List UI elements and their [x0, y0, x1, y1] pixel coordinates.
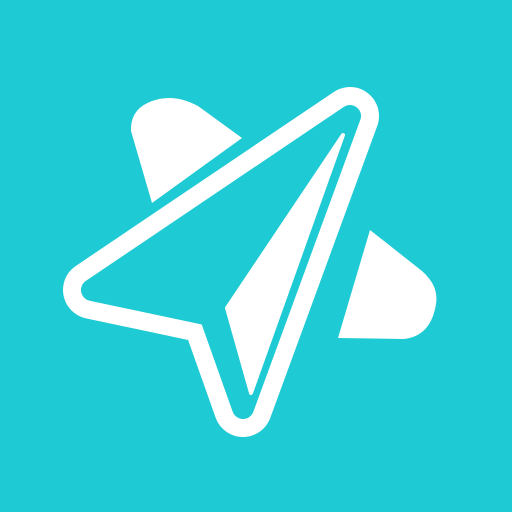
app-icon	[0, 0, 512, 512]
paper-plane-star-icon	[0, 0, 512, 512]
